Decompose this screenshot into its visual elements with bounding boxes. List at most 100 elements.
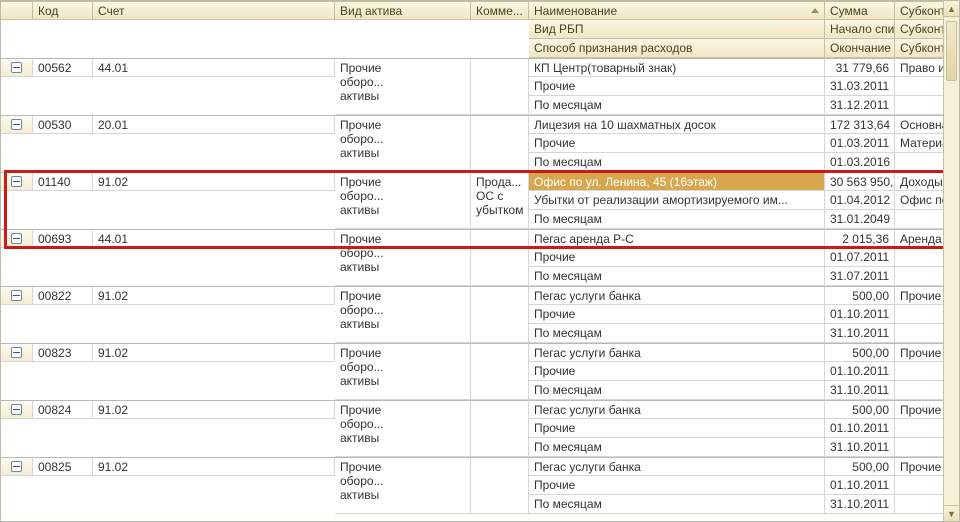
cell-name[interactable]: Пегас услуги банка <box>529 457 825 476</box>
cell-asset[interactable]: Прочиеоборо...активы <box>335 400 471 457</box>
cell-account[interactable]: 44.01 <box>93 229 335 248</box>
cell-account[interactable]: 44.01 <box>93 58 335 77</box>
cell-account[interactable]: 91.02 <box>93 400 335 419</box>
cell-sum[interactable]: 2 015,36 <box>825 229 895 248</box>
cell-comment[interactable] <box>471 400 529 457</box>
cell-asset[interactable]: Прочиеоборо...активы <box>335 115 471 172</box>
cell-name[interactable]: Лицезия на 10 шахматных досок <box>529 115 825 134</box>
cell-sum[interactable]: 30 563 950,80 <box>825 172 895 191</box>
cell-rbp[interactable]: Прочие <box>529 134 825 153</box>
cell-end[interactable]: 31.10.2011 <box>825 381 895 400</box>
cell-code[interactable]: 00562 <box>33 58 93 77</box>
cell-sub1[interactable]: Доходы (расходы), связанные с реализацие… <box>895 172 949 191</box>
header-asset[interactable]: Вид актива <box>335 1 471 20</box>
cell-rbp[interactable]: Убытки от реализации амортизируемого им.… <box>529 191 825 210</box>
cell-asset[interactable]: Прочиеоборо...активы <box>335 286 471 343</box>
cell-sub3[interactable] <box>895 96 949 115</box>
row-toggle[interactable] <box>1 58 33 77</box>
cell-sub1[interactable]: Прочие внереализац. дох. для НУ (расходы… <box>895 400 949 419</box>
cell-sub2[interactable] <box>895 419 949 438</box>
cell-method[interactable]: По месяцам <box>529 267 825 286</box>
row-toggle[interactable] <box>1 115 33 134</box>
cell-sub3[interactable] <box>895 495 949 514</box>
cell-asset[interactable]: Прочиеоборо...активы <box>335 229 471 286</box>
cell-method[interactable]: По месяцам <box>529 438 825 457</box>
cell-start[interactable]: 01.10.2011 <box>825 305 895 324</box>
cell-sub3[interactable] <box>895 438 949 457</box>
header-sub1[interactable]: Субконто 1 <box>895 1 949 20</box>
cell-method[interactable]: По месяцам <box>529 324 825 343</box>
cell-comment[interactable]: Прода...ОС субытком <box>471 172 529 229</box>
cell-sum[interactable]: 500,00 <box>825 343 895 362</box>
cell-name[interactable]: Пегас услуги банка <box>529 400 825 419</box>
cell-code[interactable]: 01140 <box>33 172 93 191</box>
cell-start[interactable]: 01.04.2012 <box>825 191 895 210</box>
cell-sum[interactable]: 172 313,64 <box>825 115 895 134</box>
cell-asset[interactable]: Прочиеоборо...активы <box>335 457 471 514</box>
header-comment[interactable]: Комме... <box>471 1 529 20</box>
cell-method[interactable]: По месяцам <box>529 153 825 172</box>
cell-sum[interactable]: 31 779,66 <box>825 58 895 77</box>
cell-start[interactable]: 31.03.2011 <box>825 77 895 96</box>
cell-code[interactable]: 00823 <box>33 343 93 362</box>
cell-method[interactable]: По месяцам <box>529 495 825 514</box>
cell-method[interactable]: По месяцам <box>529 210 825 229</box>
cell-sub2[interactable]: Материальные расходы <box>895 134 949 153</box>
cell-code[interactable]: 00693 <box>33 229 93 248</box>
cell-end[interactable]: 01.03.2016 <box>825 153 895 172</box>
cell-sub1[interactable]: Прочие внереализац. дох. для НУ (расходы… <box>895 343 949 362</box>
cell-sub3[interactable] <box>895 210 949 229</box>
row-toggle[interactable] <box>1 457 33 476</box>
cell-comment[interactable] <box>471 58 529 115</box>
header-code[interactable]: Код <box>33 1 93 20</box>
cell-end[interactable]: 31.12.2011 <box>825 96 895 115</box>
scroll-thumb[interactable] <box>946 21 957 81</box>
row-toggle[interactable] <box>1 286 33 305</box>
cell-comment[interactable] <box>471 115 529 172</box>
cell-method[interactable]: По месяцам <box>529 96 825 115</box>
cell-sub2[interactable]: Офис по ул. Ленина, 45 (16этаж) <box>895 191 949 210</box>
row-toggle[interactable] <box>1 229 33 248</box>
cell-name[interactable]: КП Центр(товарный знак) <box>529 58 825 77</box>
header-sub2[interactable]: Субконто 2 <box>895 20 949 39</box>
cell-name[interactable]: Пегас услуги банка <box>529 343 825 362</box>
cell-rbp[interactable]: Прочие <box>529 77 825 96</box>
cell-asset[interactable]: Прочиеоборо...активы <box>335 343 471 400</box>
header-end[interactable]: Окончание списания <box>825 39 895 58</box>
cell-sub3[interactable] <box>895 324 949 343</box>
header-start[interactable]: Начало списания <box>825 20 895 39</box>
scroll-down-button[interactable]: ▼ <box>944 505 959 521</box>
cell-sub2[interactable] <box>895 77 949 96</box>
cell-sub1[interactable]: Основная номенклатурная группа <box>895 115 949 134</box>
cell-asset[interactable]: Прочиеоборо...активы <box>335 58 471 115</box>
cell-sub1[interactable]: Аренда помещения <box>895 229 949 248</box>
header-method[interactable]: Способ признания расходов <box>529 39 825 58</box>
cell-start[interactable]: 01.03.2011 <box>825 134 895 153</box>
header-account[interactable]: Счет <box>93 1 335 20</box>
cell-comment[interactable] <box>471 343 529 400</box>
cell-end[interactable]: 31.10.2011 <box>825 495 895 514</box>
cell-sub3[interactable] <box>895 267 949 286</box>
cell-method[interactable]: По месяцам <box>529 381 825 400</box>
scroll-up-button[interactable]: ▲ <box>944 1 959 17</box>
cell-start[interactable]: 01.07.2011 <box>825 248 895 267</box>
cell-account[interactable]: 91.02 <box>93 286 335 305</box>
cell-rbp[interactable]: Прочие <box>529 476 825 495</box>
cell-end[interactable]: 31.01.2049 <box>825 210 895 229</box>
cell-sub2[interactable] <box>895 362 949 381</box>
cell-comment[interactable] <box>471 286 529 343</box>
row-toggle[interactable] <box>1 343 33 362</box>
header-name[interactable]: Наименование <box>529 1 825 20</box>
cell-rbp[interactable]: Прочие <box>529 362 825 381</box>
cell-code[interactable]: 00825 <box>33 457 93 476</box>
row-toggle[interactable] <box>1 172 33 191</box>
cell-start[interactable]: 01.10.2011 <box>825 476 895 495</box>
header-rbp[interactable]: Вид РБП <box>529 20 825 39</box>
cell-sub1[interactable]: Прочие внереализац. дох. для НУ (расходы… <box>895 457 949 476</box>
cell-code[interactable]: 00824 <box>33 400 93 419</box>
cell-end[interactable]: 31.10.2011 <box>825 438 895 457</box>
header-sub3[interactable]: Субконто 3 <box>895 39 949 58</box>
cell-sub3[interactable] <box>895 381 949 400</box>
cell-name[interactable]: Пегас услуги банка <box>529 286 825 305</box>
cell-sub1[interactable]: Прочие внереализац. дох. для НУ (расходы… <box>895 286 949 305</box>
